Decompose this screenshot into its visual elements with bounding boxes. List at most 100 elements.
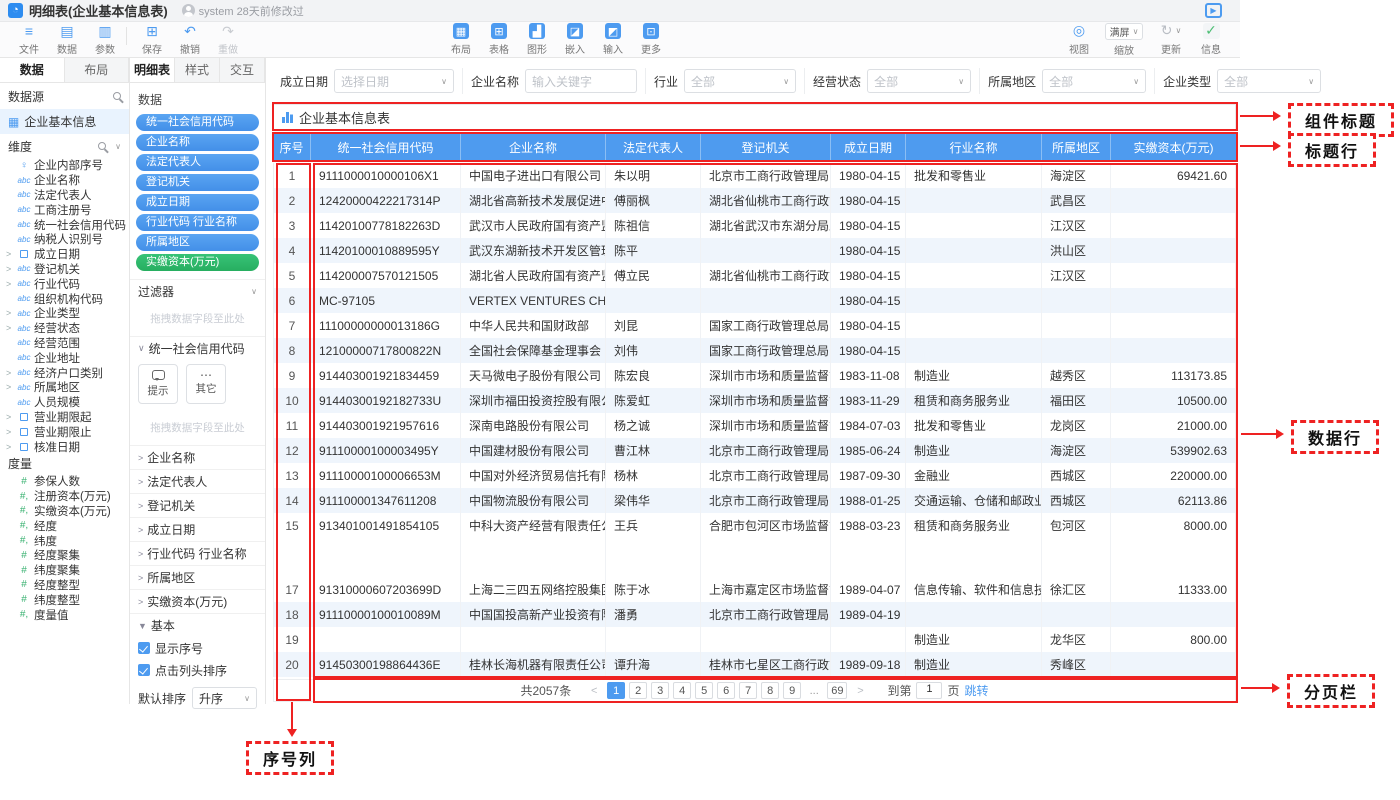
- toolbar-params-button[interactable]: ▥参数: [86, 23, 124, 56]
- dimension-item[interactable]: abc工商注册号: [0, 202, 129, 217]
- toolbar-info-button[interactable]: ✓信息: [1192, 23, 1230, 56]
- toolbar-table-button[interactable]: ⊞表格: [480, 23, 518, 56]
- measure-item[interactable]: #,注册资本(万元): [0, 489, 129, 504]
- dimension-item[interactable]: abc统一社会信用代码: [0, 217, 129, 232]
- toolbar-undo-button[interactable]: ↶撤销: [171, 23, 209, 56]
- page-button-8[interactable]: 8: [761, 682, 779, 699]
- dimension-item[interactable]: >abc登记机关: [0, 262, 129, 277]
- column-header[interactable]: 实缴资本(万元): [1111, 133, 1236, 161]
- dimension-item[interactable]: abc企业名称: [0, 173, 129, 188]
- expand-arrow-icon[interactable]: >: [6, 264, 14, 274]
- search-icon[interactable]: [113, 92, 121, 100]
- field-chip[interactable]: 行业代码 行业名称: [136, 214, 259, 231]
- prev-page-button[interactable]: <: [585, 682, 603, 699]
- table-row[interactable]: 212420000422217314P湖北省高新技术发展促进中...傅丽枫湖北省…: [274, 188, 1235, 213]
- table-row[interactable]: 9914403001921834459天马微电子股份有限公司陈宏良深圳市市场和质…: [274, 363, 1235, 388]
- toolbar-save-button[interactable]: ⊞保存: [133, 23, 171, 56]
- panel-tab-样式[interactable]: 样式: [175, 58, 220, 82]
- chevron-down-icon[interactable]: ∨: [251, 287, 257, 296]
- filter-select[interactable]: 全部∨: [1217, 69, 1321, 93]
- column-header[interactable]: 行业名称: [906, 133, 1042, 161]
- expand-arrow-icon[interactable]: >: [6, 442, 14, 452]
- column-header[interactable]: 成立日期: [831, 133, 906, 161]
- page-button-7[interactable]: 7: [739, 682, 757, 699]
- expand-arrow-icon[interactable]: >: [6, 323, 14, 333]
- dimension-item[interactable]: >abc企业类型: [0, 306, 129, 321]
- sidebar-tab-数据[interactable]: 数据: [0, 58, 65, 82]
- toolbar-redo-button[interactable]: ↷重做: [209, 23, 247, 56]
- click-sort-checkbox-row[interactable]: 点击列头排序: [130, 659, 265, 681]
- table-row[interactable]: 15913401001491854105中科大资产经营有限责任公司王兵合肥市包河…: [274, 513, 1235, 538]
- dimension-item[interactable]: abc法定代表人: [0, 188, 129, 203]
- checkbox-checked-icon[interactable]: [138, 642, 150, 654]
- filter-select[interactable]: 全部∨: [1042, 69, 1146, 93]
- other-button[interactable]: ⋯ 其它: [186, 364, 226, 404]
- table-row[interactable]: 1091440300192182733U深圳市福田投资控股有限公司陈爱虹深圳市市…: [274, 388, 1235, 413]
- measure-item[interactable]: #,实缴资本(万元): [0, 504, 129, 519]
- expand-arrow-icon[interactable]: >: [6, 368, 14, 378]
- expand-arrow-icon[interactable]: >: [6, 412, 14, 422]
- page-button-1[interactable]: 1: [607, 682, 625, 699]
- expand-arrow-icon[interactable]: >: [6, 249, 14, 259]
- collapsed-field[interactable]: >行业代码 行业名称: [130, 541, 265, 565]
- field-chip[interactable]: 统一社会信用代码: [136, 114, 259, 131]
- toolbar-zoom-control[interactable]: 满屏∨缩放: [1098, 23, 1150, 57]
- panel-tab-明细表[interactable]: 明细表: [130, 58, 175, 82]
- chevron-down-icon[interactable]: ∨: [115, 142, 121, 151]
- table-row[interactable]: 11914403001921957616深南电路股份有限公司杨之诚深圳市市场和质…: [274, 413, 1235, 438]
- toolbar-chart-button[interactable]: ▟图形: [518, 23, 556, 56]
- dimension-item[interactable]: abc纳税人识别号: [0, 232, 129, 247]
- table-row[interactable]: 1891110000100010089M中国国投高新产业投资有限...潘勇北京市…: [274, 602, 1235, 627]
- dimension-item[interactable]: >核准日期: [0, 439, 129, 454]
- field-chip[interactable]: 成立日期: [136, 194, 259, 211]
- column-header[interactable]: 统一社会信用代码: [311, 133, 461, 161]
- dimension-item[interactable]: >成立日期: [0, 247, 129, 262]
- measure-item[interactable]: #纬度聚集: [0, 563, 129, 578]
- table-row[interactable]: 411420100010889595Y武汉东湖新技术开发区管理...陈平1980…: [274, 238, 1235, 263]
- panel-tab-交互[interactable]: 交互: [220, 58, 265, 82]
- table-row[interactable]: 711100000000013186G中华人民共和国财政部刘昆国家工商行政管理总…: [274, 313, 1235, 338]
- filter-select[interactable]: 选择日期∨: [334, 69, 454, 93]
- table-row[interactable]: 14911100001347611208中国物流股份有限公司梁伟华北京市工商行政…: [274, 488, 1235, 513]
- field-chip[interactable]: 登记机关: [136, 174, 259, 191]
- measure-item[interactable]: #,经度: [0, 518, 129, 533]
- toolbar-embed-button[interactable]: ◪嵌入: [556, 23, 594, 56]
- dimension-item[interactable]: abc经营范围: [0, 336, 129, 351]
- measure-item[interactable]: #,纬度: [0, 533, 129, 548]
- expand-arrow-icon[interactable]: >: [6, 279, 14, 289]
- column-header[interactable]: 序号: [273, 133, 311, 161]
- collapsed-field[interactable]: >成立日期: [130, 517, 265, 541]
- column-header[interactable]: 法定代表人: [606, 133, 701, 161]
- datasource-item[interactable]: ▦ 企业基本信息: [0, 109, 129, 134]
- table-row[interactable]: 1391110000100006653M中国对外经济贸易信托有限...杨林北京市…: [274, 463, 1235, 488]
- page-button-9[interactable]: 9: [783, 682, 801, 699]
- default-sort-select[interactable]: 升序 ∨: [192, 687, 257, 709]
- dimension-item[interactable]: abc企业地址: [0, 350, 129, 365]
- measure-item[interactable]: #,度量值: [0, 607, 129, 622]
- checkbox-checked-icon[interactable]: [138, 664, 150, 676]
- column-header[interactable]: 登记机关: [701, 133, 831, 161]
- column-header[interactable]: 所属地区: [1042, 133, 1111, 161]
- toolbar-refresh-button[interactable]: ↻∨更新: [1150, 23, 1192, 56]
- collapsed-field[interactable]: >所属地区: [130, 565, 265, 589]
- preview-monitor-icon[interactable]: ▶: [1205, 3, 1222, 18]
- dimension-item[interactable]: >abc经济户口类别: [0, 365, 129, 380]
- dimension-item[interactable]: >abc行业代码: [0, 276, 129, 291]
- table-row[interactable]: 19111000010000106X1中国电子进出口有限公司朱以明北京市工商行政…: [274, 163, 1235, 188]
- zoom-select[interactable]: 满屏∨: [1105, 23, 1144, 40]
- chevron-down-icon[interactable]: ∨: [138, 343, 145, 354]
- toolbar-input-button[interactable]: ◩输入: [594, 23, 632, 56]
- drop-zone[interactable]: 拖拽数据字段至此处: [130, 303, 265, 336]
- measure-item[interactable]: #经度聚集: [0, 548, 129, 563]
- expand-arrow-icon[interactable]: >: [6, 427, 14, 437]
- collapsed-field[interactable]: >法定代表人: [130, 469, 265, 493]
- table-row[interactable]: 2091450300198864436E桂林长海机器有限责任公司谭升海桂林市七星…: [274, 652, 1235, 677]
- toolbar-layout-button[interactable]: ▦布局: [442, 23, 480, 56]
- page-button-5[interactable]: 5: [695, 682, 713, 699]
- expand-arrow-icon[interactable]: >: [6, 308, 14, 318]
- dimension-item[interactable]: >营业期限止: [0, 424, 129, 439]
- page-button-4[interactable]: 4: [673, 682, 691, 699]
- page-button-3[interactable]: 3: [651, 682, 669, 699]
- toolbar-view-button[interactable]: ◎视图: [1060, 23, 1098, 56]
- measure-item[interactable]: #经度整型: [0, 578, 129, 593]
